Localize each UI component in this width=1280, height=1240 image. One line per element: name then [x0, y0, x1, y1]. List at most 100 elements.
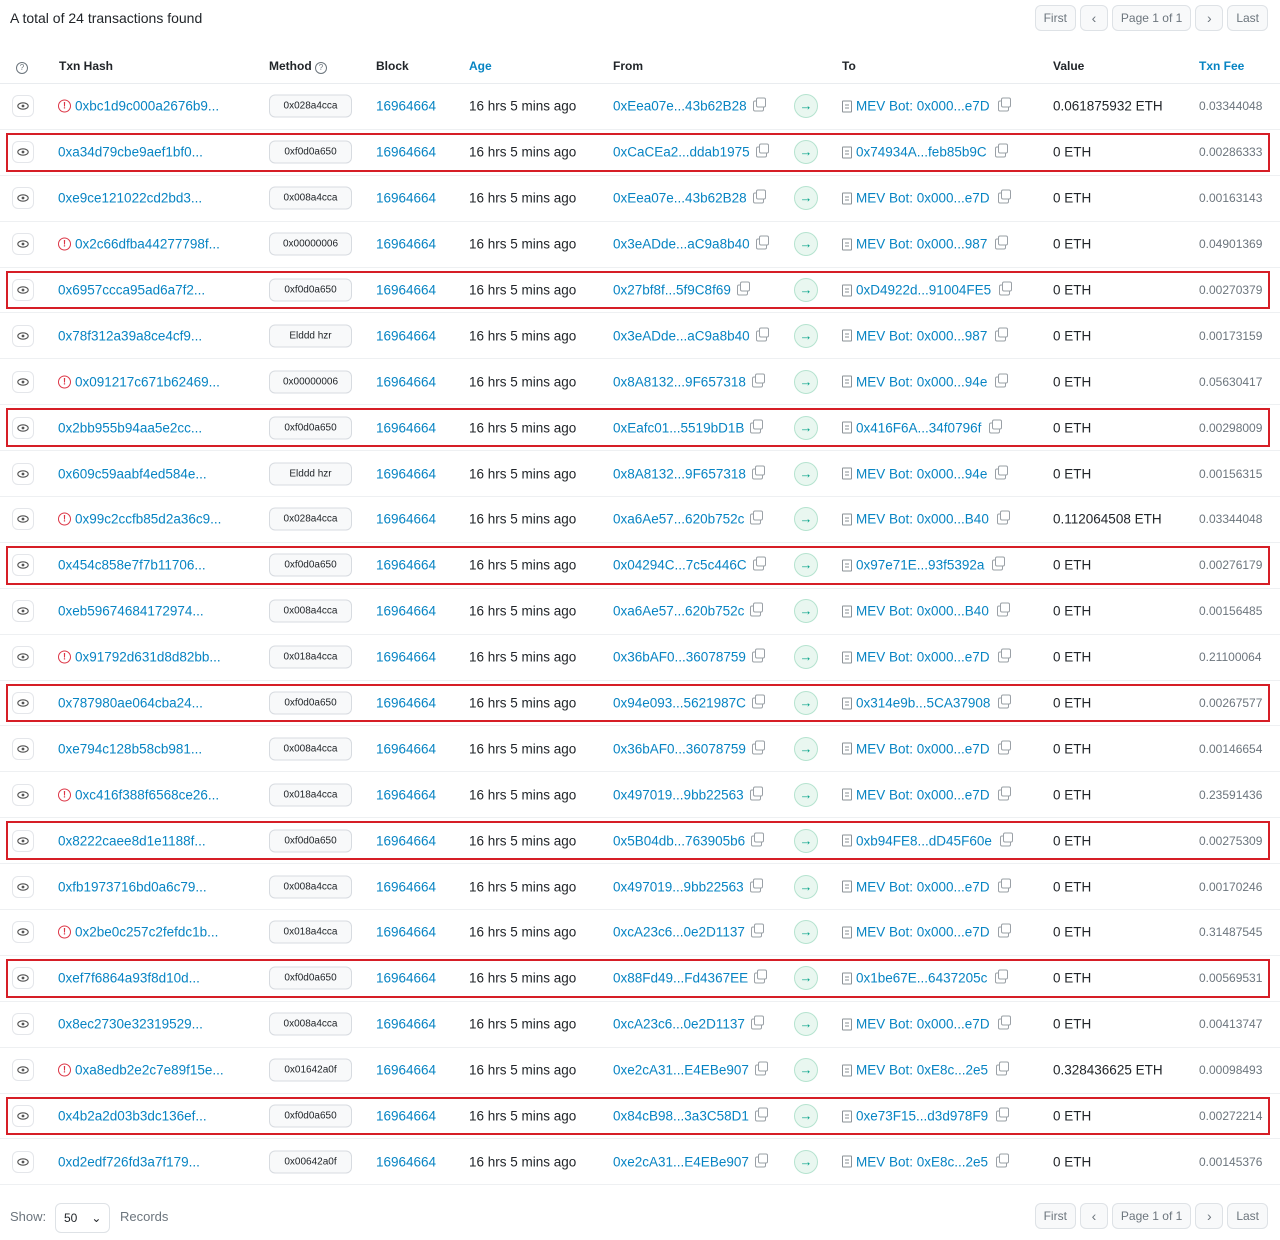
from-address-link[interactable]: 0xcA23c6...0e2D1137: [613, 1017, 745, 1032]
method-help-icon[interactable]: ?: [315, 62, 327, 74]
from-address-link[interactable]: 0xa6Ae57...620b752c: [613, 604, 744, 619]
txn-hash-link[interactable]: 0x6957ccca95ad6a7f2...: [58, 283, 205, 298]
to-address-link[interactable]: MEV Bot: 0x000...94e: [856, 374, 987, 389]
from-address-link[interactable]: 0x27bf8f...5f9C8f69: [613, 283, 731, 298]
txn-hash-link[interactable]: ! 0xc416f388f6568ce26...: [58, 787, 219, 802]
prev-page-button[interactable]: ‹: [1079, 1203, 1108, 1229]
to-address-link[interactable]: MEV Bot: 0x000...B40: [856, 512, 989, 527]
copy-icon[interactable]: [749, 878, 763, 893]
block-link[interactable]: 16964664: [376, 558, 436, 573]
from-address-link[interactable]: 0x36bAF0...36078759: [613, 650, 746, 665]
copy-icon[interactable]: [736, 281, 750, 296]
eye-icon[interactable]: [12, 554, 34, 577]
copy-icon[interactable]: [752, 97, 766, 112]
copy-icon[interactable]: [995, 373, 1009, 388]
block-link[interactable]: 16964664: [376, 650, 436, 665]
to-address-link[interactable]: MEV Bot: 0xE8c...2e5: [856, 1154, 988, 1169]
txn-hash-link[interactable]: ! 0x2c66dfba44277798f...: [58, 237, 220, 252]
from-address-link[interactable]: 0x04294C...7c5c446C: [613, 558, 747, 573]
to-address-link[interactable]: MEV Bot: 0x000...e7D: [856, 1017, 990, 1032]
to-address-link[interactable]: MEV Bot: 0x000...987: [856, 237, 987, 252]
block-link[interactable]: 16964664: [376, 283, 436, 298]
eye-icon[interactable]: [12, 1013, 34, 1036]
copy-icon[interactable]: [997, 189, 1011, 204]
eye-icon[interactable]: [12, 600, 34, 623]
help-icon[interactable]: ?: [16, 62, 28, 74]
copy-icon[interactable]: [751, 648, 765, 663]
copy-icon[interactable]: [992, 556, 1006, 571]
txn-hash-link[interactable]: 0xd2edf726fd3a7f179...: [58, 1154, 200, 1169]
txn-fee-header[interactable]: Txn Fee: [1199, 59, 1244, 73]
from-address-link[interactable]: 0x3eADde...aC9a8b40: [613, 237, 750, 252]
copy-icon[interactable]: [995, 235, 1009, 250]
block-link[interactable]: 16964664: [376, 466, 436, 481]
from-address-link[interactable]: 0xCaCEa2...ddab1975: [613, 145, 750, 160]
eye-icon[interactable]: [12, 1059, 34, 1082]
from-address-link[interactable]: 0x497019...9bb22563: [613, 787, 744, 802]
from-address-link[interactable]: 0x36bAF0...36078759: [613, 741, 746, 756]
from-address-link[interactable]: 0x88Fd49...Fd4367EE: [613, 971, 748, 986]
from-address-link[interactable]: 0x5B04db...763905b6: [613, 833, 745, 848]
eye-icon[interactable]: [12, 462, 34, 485]
txn-hash-link[interactable]: 0xef7f6864a93f8d10d...: [58, 971, 200, 986]
copy-icon[interactable]: [996, 1107, 1010, 1122]
from-address-link[interactable]: 0xe2cA31...E4EBe907: [613, 1063, 749, 1078]
block-link[interactable]: 16964664: [376, 1109, 436, 1124]
copy-icon[interactable]: [755, 327, 769, 342]
eye-icon[interactable]: [12, 370, 34, 393]
copy-icon[interactable]: [754, 1153, 768, 1168]
records-per-page-select[interactable]: 50 ⌄: [55, 1203, 110, 1233]
to-address-link[interactable]: MEV Bot: 0x000...e7D: [856, 879, 990, 894]
copy-icon[interactable]: [750, 419, 764, 434]
eye-icon[interactable]: [12, 279, 34, 301]
to-address-link[interactable]: MEV Bot: 0x000...94e: [856, 466, 987, 481]
from-address-link[interactable]: 0xa6Ae57...620b752c: [613, 512, 744, 527]
block-link[interactable]: 16964664: [376, 741, 436, 756]
block-link[interactable]: 16964664: [376, 1017, 436, 1032]
eye-icon[interactable]: [12, 416, 34, 439]
copy-icon[interactable]: [751, 832, 765, 847]
copy-icon[interactable]: [754, 1061, 768, 1076]
from-address-link[interactable]: 0xEea07e...43b62B28: [613, 99, 747, 114]
to-address-link[interactable]: 0xb94FE8...dD45F60e: [856, 833, 992, 848]
to-address-link[interactable]: MEV Bot: 0x000...e7D: [856, 741, 990, 756]
eye-icon[interactable]: [12, 829, 34, 852]
eye-icon[interactable]: [12, 1150, 34, 1173]
block-link[interactable]: 16964664: [376, 99, 436, 114]
eye-icon[interactable]: [12, 875, 34, 898]
eye-icon[interactable]: [12, 692, 34, 715]
block-link[interactable]: 16964664: [376, 237, 436, 252]
to-address-link[interactable]: 0x416F6A...34f0796f: [856, 420, 981, 435]
block-link[interactable]: 16964664: [376, 833, 436, 848]
to-address-link[interactable]: MEV Bot: 0x000...e7D: [856, 925, 990, 940]
to-address-link[interactable]: 0x97e71E...93f5392a: [856, 558, 984, 573]
eye-icon[interactable]: [12, 187, 34, 210]
to-address-link[interactable]: 0xe73F15...d3d978F9: [856, 1109, 988, 1124]
copy-icon[interactable]: [998, 694, 1012, 709]
copy-icon[interactable]: [750, 602, 764, 617]
block-link[interactable]: 16964664: [376, 374, 436, 389]
block-link[interactable]: 16964664: [376, 512, 436, 527]
from-address-link[interactable]: 0x8A8132...9F657318: [613, 466, 746, 481]
eye-icon[interactable]: [12, 324, 34, 347]
block-link[interactable]: 16964664: [376, 925, 436, 940]
next-page-button[interactable]: ›: [1195, 1203, 1224, 1229]
copy-icon[interactable]: [754, 969, 768, 984]
block-link[interactable]: 16964664: [376, 696, 436, 711]
to-address-link[interactable]: MEV Bot: 0x000...e7D: [856, 191, 990, 206]
txn-hash-link[interactable]: ! 0x91792d631d8d82bb...: [58, 650, 221, 665]
copy-icon[interactable]: [997, 923, 1011, 938]
block-link[interactable]: 16964664: [376, 145, 436, 160]
copy-icon[interactable]: [996, 1061, 1010, 1076]
eye-icon[interactable]: [12, 233, 34, 256]
copy-icon[interactable]: [996, 602, 1010, 617]
txn-hash-link[interactable]: 0x787980ae064cba24...: [58, 696, 203, 711]
next-page-button[interactable]: ›: [1195, 5, 1224, 31]
copy-icon[interactable]: [995, 465, 1009, 480]
block-link[interactable]: 16964664: [376, 420, 436, 435]
copy-icon[interactable]: [749, 786, 763, 801]
txn-hash-link[interactable]: 0x8ec2730e32319529...: [58, 1017, 203, 1032]
copy-icon[interactable]: [989, 419, 1003, 434]
from-address-link[interactable]: 0xEea07e...43b62B28: [613, 191, 747, 206]
age-header[interactable]: Age: [469, 59, 492, 73]
